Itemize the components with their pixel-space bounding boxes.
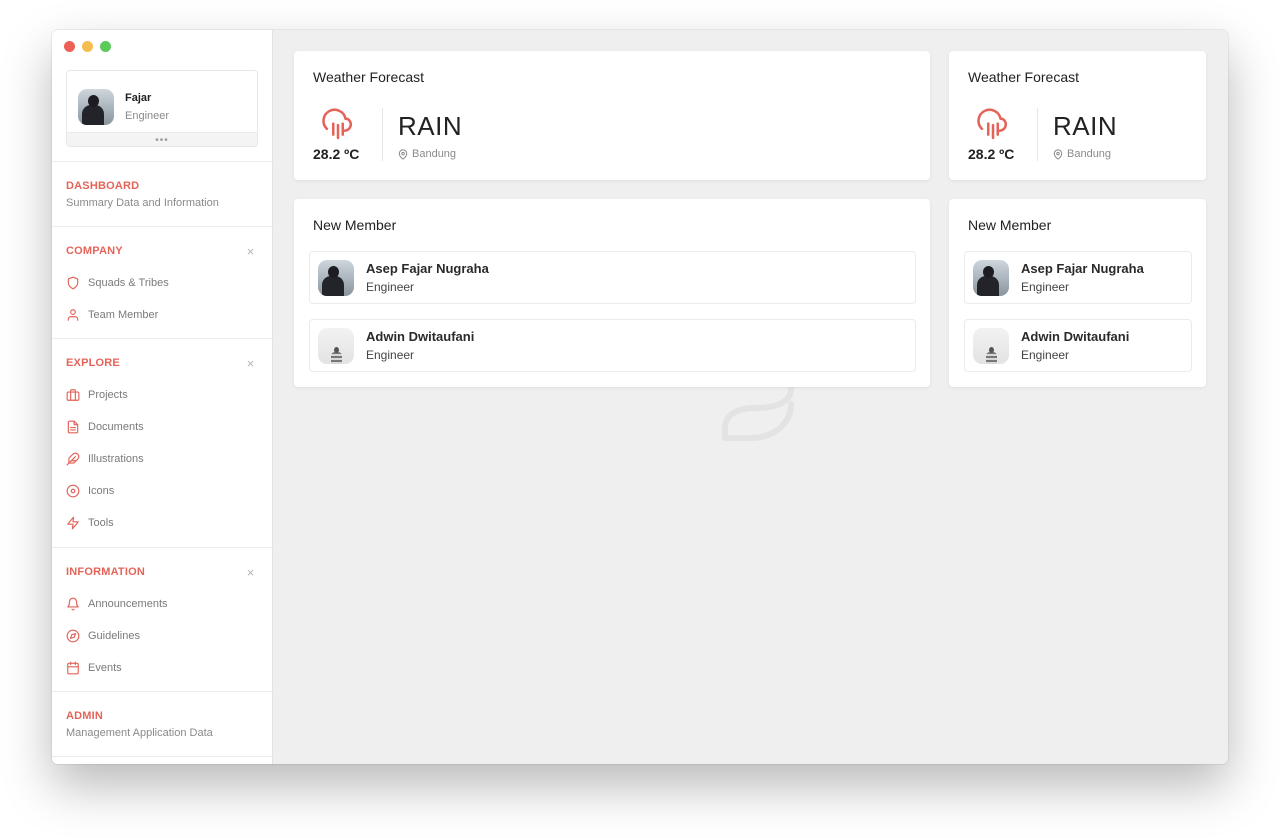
profile-card[interactable]: Fajar Engineer •••: [66, 70, 258, 147]
weather-condition: RAIN: [1053, 111, 1118, 141]
sidebar-item-label: Team Member: [88, 309, 159, 321]
sidebar-item-label: Tools: [88, 517, 114, 529]
avatar: [318, 327, 354, 364]
main-content: Weather Forecast 28.2 ºC RAIN Bandung We…: [273, 30, 1228, 764]
location-label: Bandung: [1067, 148, 1112, 160]
member-role: Engineer: [1021, 280, 1070, 294]
app-window: Fajar Engineer ••• DASHBOARD Summary Dat…: [52, 30, 1228, 764]
sidebar-item-events[interactable]: Events: [66, 660, 122, 676]
card-title: New Member: [313, 217, 397, 233]
card-title: Weather Forecast: [313, 69, 425, 85]
location-label: Bandung: [412, 148, 457, 160]
member-item[interactable]: Adwin Dwitaufani Engineer: [964, 319, 1192, 372]
member-role: Engineer: [366, 348, 415, 362]
sidebar: Fajar Engineer ••• DASHBOARD Summary Dat…: [52, 30, 273, 764]
divider: [52, 226, 273, 227]
weather-condition: RAIN: [398, 111, 463, 141]
sidebar-item-label: Guidelines: [88, 630, 140, 642]
close-window-button[interactable]: [64, 41, 75, 52]
collapse-explore-icon[interactable]: ×: [245, 357, 256, 370]
divider: [382, 108, 383, 161]
avatar: [318, 259, 354, 296]
map-pin-icon: [1053, 148, 1063, 160]
avatar: [973, 259, 1009, 296]
compass-icon: [66, 629, 80, 643]
sidebar-item-guidelines[interactable]: Guidelines: [66, 628, 140, 644]
weather-card: Weather Forecast 28.2 ºC RAIN Bandung: [949, 51, 1206, 180]
sidebar-item-projects[interactable]: Projects: [66, 387, 128, 403]
map-pin-icon: [398, 148, 408, 160]
collapse-company-icon[interactable]: ×: [245, 245, 256, 258]
document-icon: [67, 420, 79, 434]
member-name: Adwin Dwitaufani: [366, 329, 475, 344]
sidebar-item-label: Events: [88, 662, 122, 674]
sidebar-item-squads-tribes[interactable]: Squads & Tribes: [66, 275, 169, 291]
new-member-card: New Member Asep Fajar Nugraha Engineer A…: [949, 199, 1206, 387]
cloud-rain-icon: [322, 108, 352, 140]
weather-card: Weather Forecast 28.2 ºC RAIN Bandung: [294, 51, 930, 180]
sidebar-item-tools[interactable]: Tools: [66, 515, 114, 531]
briefcase-icon: [66, 389, 80, 401]
member-item[interactable]: Asep Fajar Nugraha Engineer: [309, 251, 916, 304]
profile-role: Engineer: [125, 110, 170, 122]
member-role: Engineer: [1021, 348, 1070, 362]
sidebar-item-announcements[interactable]: Announcements: [66, 596, 168, 612]
avatar: [78, 89, 114, 125]
section-explore-title[interactable]: EXPLORE: [66, 357, 120, 369]
sidebar-item-illustrations[interactable]: Illustrations: [66, 451, 144, 467]
location: Bandung: [1053, 148, 1111, 160]
sidebar-item-icons[interactable]: Icons: [66, 483, 114, 499]
bell-icon: [67, 597, 79, 611]
nav-admin-subtitle: Management Application Data: [66, 727, 213, 739]
sidebar-item-label: Illustrations: [88, 453, 144, 465]
sidebar-item-label: Announcements: [88, 598, 168, 610]
member-item[interactable]: Adwin Dwitaufani Engineer: [309, 319, 916, 372]
avatar: [973, 327, 1009, 364]
profile-more-button[interactable]: •••: [67, 132, 257, 146]
watermark-logo-icon: [722, 381, 794, 441]
divider: [52, 161, 273, 162]
divider: [52, 756, 273, 757]
divider: [52, 691, 273, 692]
disc-icon: [66, 484, 80, 498]
nav-dashboard[interactable]: DASHBOARD: [66, 180, 139, 192]
sidebar-item-label: Documents: [88, 421, 144, 433]
user-icon: [67, 309, 79, 321]
member-item[interactable]: Asep Fajar Nugraha Engineer: [964, 251, 1192, 304]
nav-admin[interactable]: ADMIN: [66, 710, 103, 722]
zap-icon: [67, 516, 79, 530]
new-member-card: New Member Asep Fajar Nugraha Engineer A…: [294, 199, 930, 387]
member-name: Asep Fajar Nugraha: [366, 261, 489, 276]
cloud-rain-icon: [977, 108, 1007, 140]
divider: [52, 547, 273, 548]
maximize-window-button[interactable]: [100, 41, 111, 52]
member-name: Adwin Dwitaufani: [1021, 329, 1130, 344]
sidebar-item-team-member[interactable]: Team Member: [66, 307, 158, 323]
collapse-information-icon[interactable]: ×: [245, 566, 256, 579]
shield-icon: [67, 276, 79, 290]
window-controls: [64, 41, 111, 52]
divider: [1037, 108, 1038, 161]
member-name: Asep Fajar Nugraha: [1021, 261, 1144, 276]
member-role: Engineer: [366, 280, 415, 294]
section-information-title[interactable]: INFORMATION: [66, 566, 145, 578]
divider: [52, 338, 273, 339]
sidebar-item-label: Icons: [88, 485, 115, 497]
calendar-icon: [67, 661, 79, 675]
section-company-title[interactable]: COMPANY: [66, 245, 123, 257]
location: Bandung: [398, 148, 456, 160]
temperature: 28.2 ºC: [968, 146, 1015, 162]
feather-icon: [66, 452, 80, 466]
minimize-window-button[interactable]: [82, 41, 93, 52]
card-title: Weather Forecast: [968, 69, 1080, 85]
card-title: New Member: [968, 217, 1052, 233]
sidebar-item-label: Projects: [88, 389, 128, 401]
nav-dashboard-subtitle: Summary Data and Information: [66, 197, 219, 209]
sidebar-item-label: Squads & Tribes: [88, 277, 169, 289]
temperature: 28.2 ºC: [313, 146, 360, 162]
profile-name: Fajar: [125, 92, 152, 104]
sidebar-item-documents[interactable]: Documents: [66, 419, 144, 435]
